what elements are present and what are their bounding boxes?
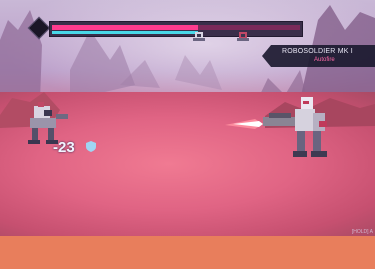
enemy-weapon: Autofire xyxy=(314,57,335,63)
enemy-turn-icon xyxy=(193,32,205,41)
health-fill xyxy=(52,25,198,30)
enemy-health-bar xyxy=(49,21,303,37)
bottom-bar xyxy=(0,236,375,269)
enemy-name: ROBOSOLDIER MK I xyxy=(282,48,353,55)
enemy-robosoldier xyxy=(225,97,327,157)
hold-hint: [HOLD] A xyxy=(351,229,373,235)
enemy-turn-icon xyxy=(237,32,249,41)
shield-fill xyxy=(52,31,198,34)
damage-number: -23 xyxy=(53,139,75,156)
shield-icon xyxy=(86,141,96,152)
health-track xyxy=(52,25,300,30)
enemy-info-panel: ROBOSOLDIER MK I Autofire xyxy=(262,45,375,67)
